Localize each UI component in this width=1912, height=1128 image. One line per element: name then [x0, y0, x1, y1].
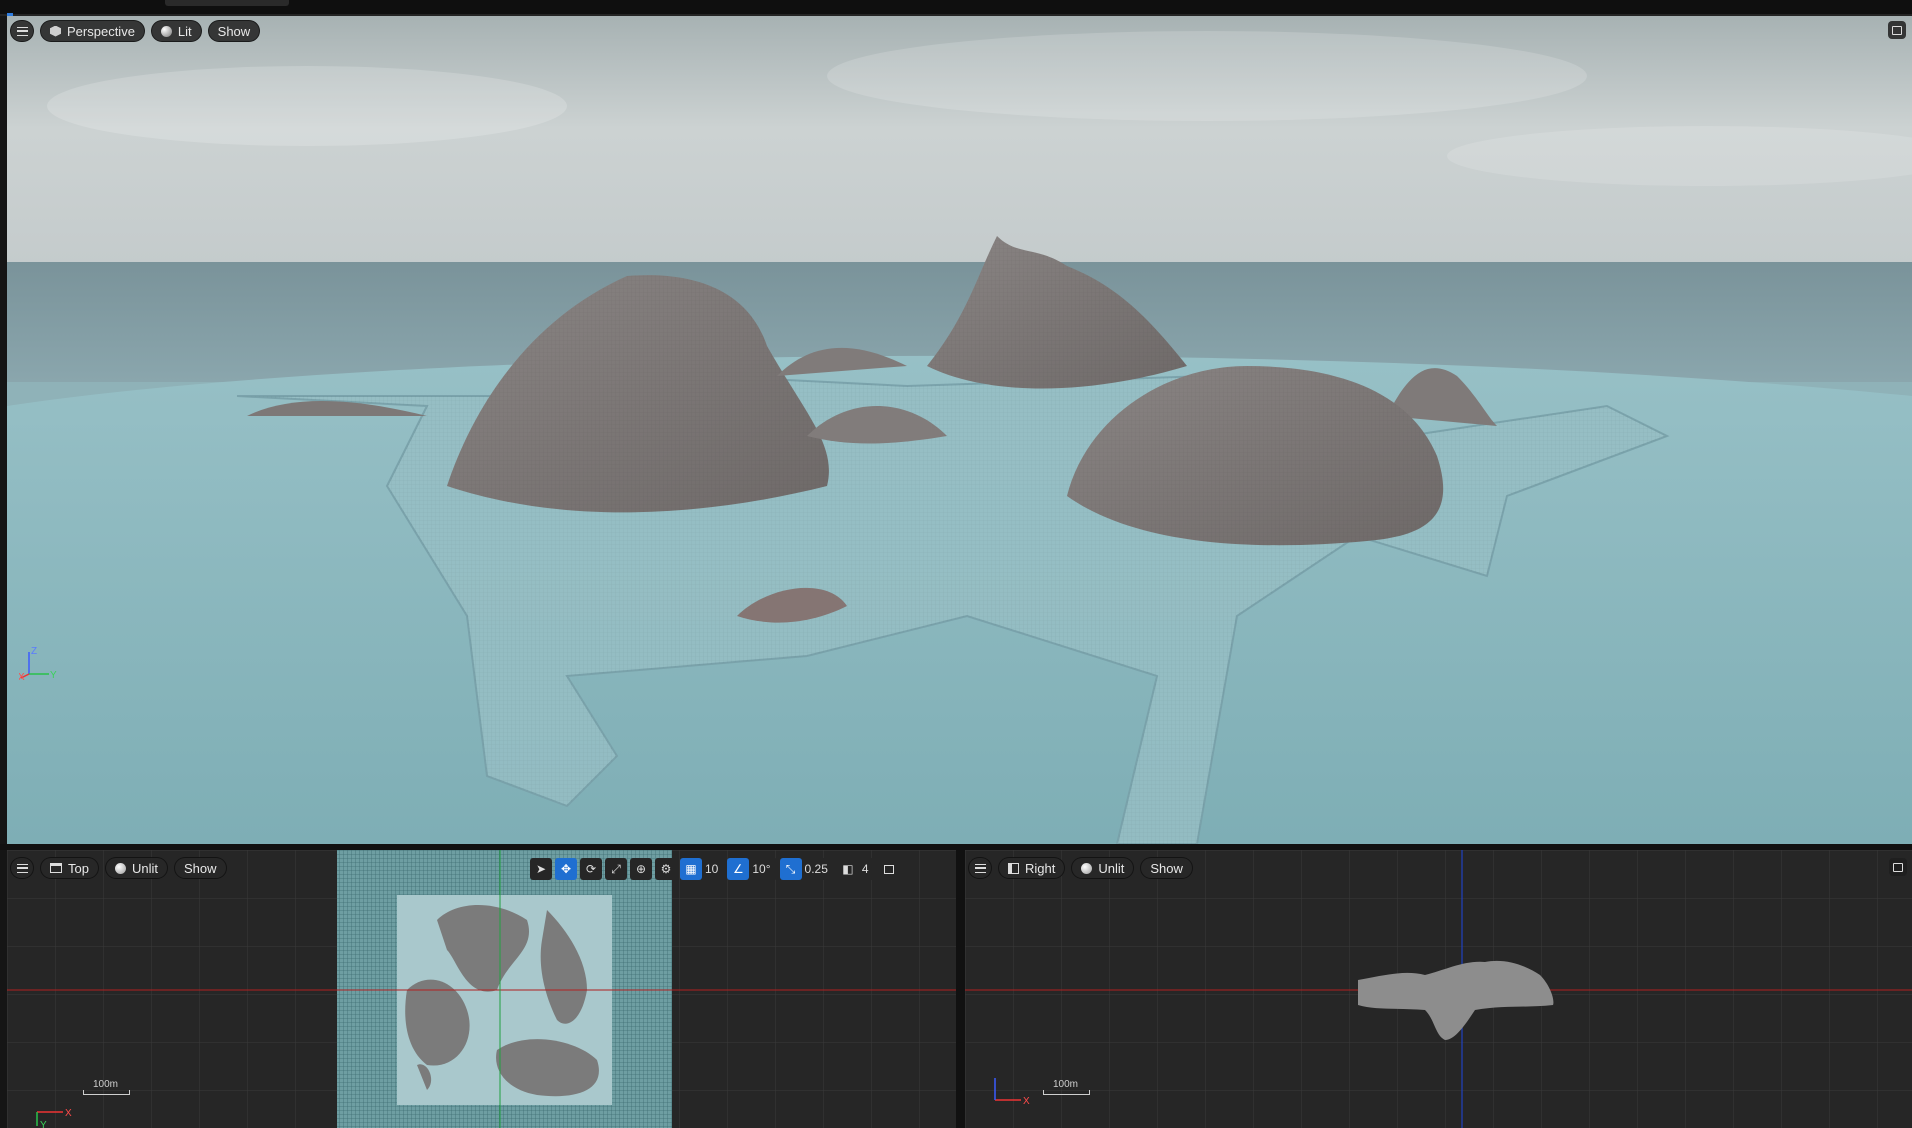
- translate-tool-button[interactable]: ✥: [555, 858, 577, 880]
- svg-text:X: X: [19, 672, 25, 683]
- lit-sphere-icon: [160, 25, 172, 37]
- perspective-toolbar: Perspective Lit Show: [10, 20, 261, 42]
- svg-text:X: X: [65, 1108, 72, 1119]
- camera-icon: ◧: [842, 862, 854, 876]
- top-view-icon: [50, 863, 62, 873]
- rotate-icon: ⟳: [585, 862, 597, 876]
- svg-text:Z: Z: [31, 646, 37, 657]
- rotation-snap-control[interactable]: ∠ 10°: [727, 858, 777, 880]
- scale-snap-value[interactable]: 0.25: [802, 862, 834, 876]
- top-lighting-mode-button[interactable]: Unlit: [104, 857, 168, 879]
- lighting-mode-button[interactable]: Lit: [150, 20, 202, 42]
- right-view-icon: [1008, 862, 1019, 874]
- top-viewport-toolbar: Top Unlit Show: [10, 857, 227, 879]
- top-view-mode-label: Top: [68, 860, 89, 876]
- hamburger-icon: [974, 863, 986, 873]
- grid-snap-control[interactable]: ▦ 10: [680, 858, 725, 880]
- surface-snap-icon: ⚙: [660, 862, 672, 876]
- right-viewport-toolbar: Right Unlit Show: [968, 857, 1193, 879]
- camera-speed-button[interactable]: ◧: [836, 858, 859, 880]
- right-viewport-options-button[interactable]: [968, 857, 992, 879]
- globe-icon: ⊕: [635, 862, 647, 876]
- svg-text:Y: Y: [40, 1120, 47, 1128]
- move-icon: ✥: [560, 862, 572, 876]
- right-view-mode-label: Right: [1025, 860, 1056, 876]
- view-mode-label: Perspective: [67, 23, 135, 39]
- grid-snap-toggle[interactable]: ▦: [680, 858, 702, 880]
- top-lighting-mode-label: Unlit: [131, 860, 158, 876]
- grid-snap-value[interactable]: 10: [702, 862, 724, 876]
- scale-label: 100m: [93, 1079, 119, 1090]
- rotation-snap-toggle[interactable]: ∠: [727, 858, 750, 880]
- right-scale-label: 100m: [1053, 1079, 1079, 1090]
- rotation-snap-value[interactable]: 10°: [749, 862, 776, 876]
- maximize-icon: [883, 864, 894, 874]
- right-lighting-mode-button[interactable]: Unlit: [1071, 857, 1135, 879]
- coordinate-system-button[interactable]: ⊕: [630, 858, 652, 880]
- select-tool-button[interactable]: ➤: [530, 858, 552, 880]
- cube-icon: [50, 25, 61, 37]
- unlit-sphere-icon: [1081, 862, 1093, 874]
- scale-snap-icon: ⤡: [785, 861, 796, 876]
- angle-icon: ∠: [732, 862, 744, 876]
- view-mode-button[interactable]: Perspective: [40, 20, 145, 42]
- surface-snap-button[interactable]: ⚙: [655, 858, 677, 880]
- right-show-button[interactable]: Show: [1140, 857, 1193, 879]
- scale-bar: [83, 1090, 130, 1095]
- top-show-button[interactable]: Show: [173, 857, 227, 879]
- right-scale-bar: [1043, 1090, 1090, 1095]
- transform-toolbar: ➤ ✥ ⟳ ⤢ ⊕ ⚙ ▦ 10 ∠ 10° ⤡ 0.25 ◧ 4: [530, 858, 900, 880]
- right-show-label: Show: [1150, 860, 1183, 876]
- svg-text:X: X: [1023, 1096, 1030, 1107]
- perspective-scene: [7, 16, 1912, 844]
- svg-text:Y: Y: [50, 670, 57, 681]
- hamburger-icon: [16, 26, 28, 36]
- scale-icon: ⤢: [611, 861, 621, 876]
- top-viewport[interactable]: 100m X Y: [7, 850, 956, 1128]
- maximize-viewport-button[interactable]: [1888, 21, 1906, 39]
- scale-snap-control[interactable]: ⤡ 0.25: [779, 858, 834, 880]
- unlit-sphere-icon: [114, 862, 126, 874]
- cursor-icon: ➤: [535, 862, 547, 876]
- title-strip: [0, 0, 1912, 19]
- top-view-mode-button[interactable]: Top: [40, 857, 99, 879]
- right-view-mode-button[interactable]: Right: [998, 857, 1066, 879]
- show-label: Show: [217, 23, 251, 39]
- maximize-top-viewport-button[interactable]: [877, 858, 900, 880]
- scale-tool-button[interactable]: ⤢: [605, 858, 627, 880]
- top-show-label: Show: [183, 860, 217, 876]
- camera-speed-value[interactable]: 4: [859, 862, 875, 876]
- hamburger-icon: [16, 863, 28, 873]
- scale-snap-toggle[interactable]: ⤡: [779, 858, 802, 880]
- maximize-icon: [1892, 25, 1902, 35]
- camera-speed-control[interactable]: ◧ 4: [836, 858, 875, 880]
- maximize-icon: [1893, 862, 1903, 872]
- top-viewport-options-button[interactable]: [10, 857, 34, 879]
- editor-tab[interactable]: [165, 0, 289, 6]
- axis-gizmo-top: X Y: [27, 1082, 77, 1128]
- axis-gizmo-right: X: [985, 1070, 1035, 1119]
- perspective-viewport[interactable]: Z Y X: [7, 16, 1912, 844]
- top-ortho-scene: [7, 850, 956, 1128]
- viewport-options-button[interactable]: [10, 20, 34, 42]
- axis-gizmo: Z Y X: [18, 644, 59, 687]
- lighting-mode-label: Lit: [177, 23, 192, 39]
- viewport-divider[interactable]: [956, 850, 965, 1128]
- grid-icon: ▦: [685, 862, 697, 876]
- rotate-tool-button[interactable]: ⟳: [580, 858, 602, 880]
- show-button[interactable]: Show: [207, 20, 261, 42]
- maximize-right-viewport-button[interactable]: [1889, 858, 1907, 876]
- right-ortho-scene: [965, 850, 1912, 1128]
- right-viewport[interactable]: 100m X: [965, 850, 1912, 1128]
- right-lighting-mode-label: Unlit: [1098, 860, 1125, 876]
